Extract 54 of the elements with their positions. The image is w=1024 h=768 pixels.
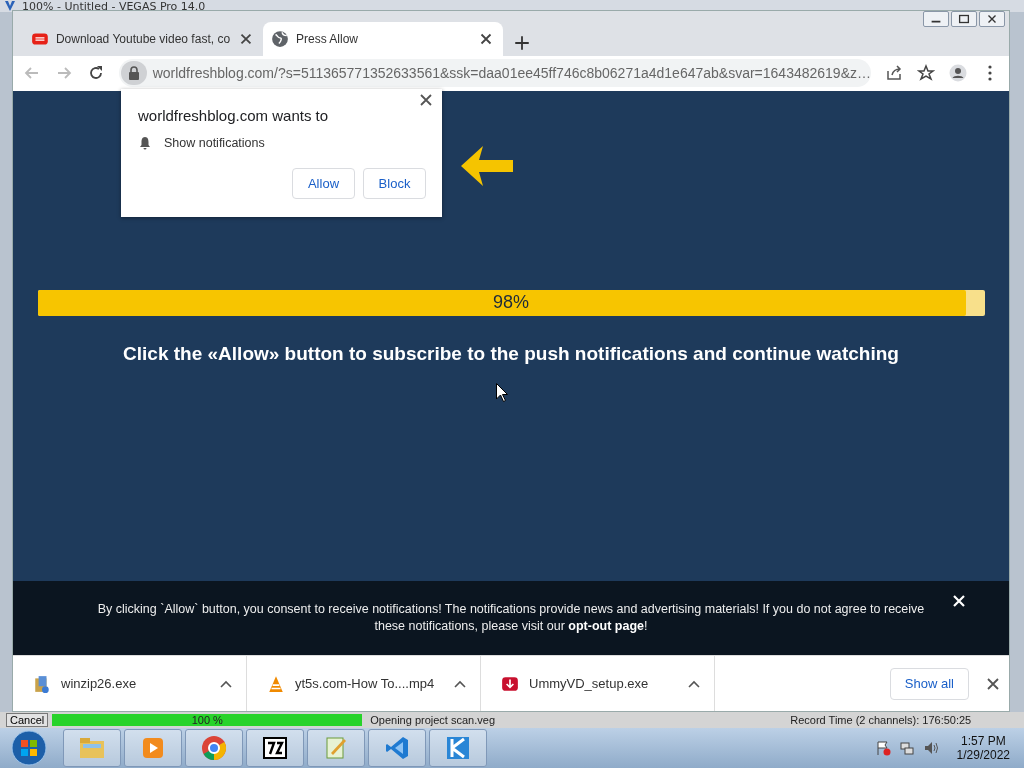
- arrow-icon: [461, 145, 513, 186]
- close-icon[interactable]: [987, 677, 999, 690]
- close-button[interactable]: [979, 11, 1005, 27]
- window-title: 100% - Untitled - VEGAS Pro 14.0: [22, 2, 206, 12]
- app-logo-icon: [4, 0, 16, 12]
- globe-icon: [271, 29, 289, 48]
- block-button[interactable]: Block: [363, 167, 426, 199]
- instruction-text: Click the «Allow» button to subscribe to the push notifications and continue watching: [123, 342, 899, 365]
- caret-icon[interactable]: [220, 679, 232, 688]
- taskbar-app[interactable]: [246, 729, 304, 767]
- record-time: Record Time (2 channels): 176:50:25: [790, 714, 972, 726]
- caret-icon[interactable]: [454, 679, 466, 688]
- browser-tab[interactable]: Download Youtube video fast, co: [23, 21, 263, 56]
- start-button[interactable]: [10, 729, 48, 767]
- download-item[interactable]: UmmyVD_setup.exe: [481, 656, 715, 711]
- new-tab-icon[interactable]: [513, 33, 531, 52]
- code-icon: [383, 734, 411, 762]
- maximize-button[interactable]: [951, 11, 977, 27]
- progress-reading: 100 %: [191, 714, 223, 726]
- share-icon[interactable]: [885, 64, 903, 83]
- browser-tab[interactable]: Press Allow: [263, 21, 503, 56]
- file-name: winzip26.exe: [61, 676, 138, 691]
- installer-icon: [33, 674, 51, 693]
- cone-icon: [267, 674, 285, 693]
- tab-title: Press Allow: [296, 31, 360, 46]
- flag-icon[interactable]: [874, 740, 891, 756]
- archive-icon: [261, 734, 289, 762]
- clock-date[interactable]: 1/29/2022: [956, 748, 1010, 762]
- status-message: Opening project scan.veg: [370, 714, 496, 726]
- file-name: UmmyVD_setup.exe: [529, 676, 650, 691]
- star-icon[interactable]: [917, 64, 935, 83]
- download-item[interactable]: yt5s.com-How To....mp4: [247, 656, 481, 711]
- progress-reading: 98%: [493, 292, 529, 314]
- file-name: yt5s.com-How To....mp4: [295, 676, 436, 691]
- mouse-cursor-icon: [496, 382, 508, 402]
- tab-title: Download Youtube video fast, co: [55, 31, 231, 46]
- address-bar[interactable]: worldfreshblog.com/?s=511365771352633561&ssk=daa01ee45ff746c8b06271a4d1e647ab&svar=1643482619&z…: [119, 59, 871, 88]
- close-icon[interactable]: [420, 93, 432, 106]
- permission-text: Show notifications: [164, 135, 265, 150]
- show-all-button[interactable]: Show all: [889, 667, 969, 700]
- bell-icon: [138, 135, 152, 150]
- popup-title: worldfreshblog.com wants to: [138, 106, 330, 124]
- clock-time[interactable]: 1:57 PM: [960, 734, 1006, 748]
- profile-icon[interactable]: [949, 64, 967, 83]
- consent-text: By clicking `Allow` button, you consent to receive notifications! The notifications provide news and advertising materials! If you do not agree to receive these notifications, please visit our opt-out page!: [96, 601, 926, 635]
- cancel-button[interactable]: Cancel: [6, 713, 49, 727]
- download-item[interactable]: winzip26.exe: [13, 656, 247, 711]
- allow-button[interactable]: Allow: [292, 167, 355, 199]
- download-icon: [501, 674, 519, 693]
- caret-icon[interactable]: [688, 679, 700, 688]
- network-icon[interactable]: [898, 740, 915, 756]
- volume-icon[interactable]: [922, 740, 939, 756]
- url-text: worldfreshblog.com/?s=511365771352633561&ssk=daa01ee45ff746c8b06271a4d1e647ab&svar=1643482619&z…: [152, 65, 871, 82]
- chrome-icon: [200, 734, 228, 762]
